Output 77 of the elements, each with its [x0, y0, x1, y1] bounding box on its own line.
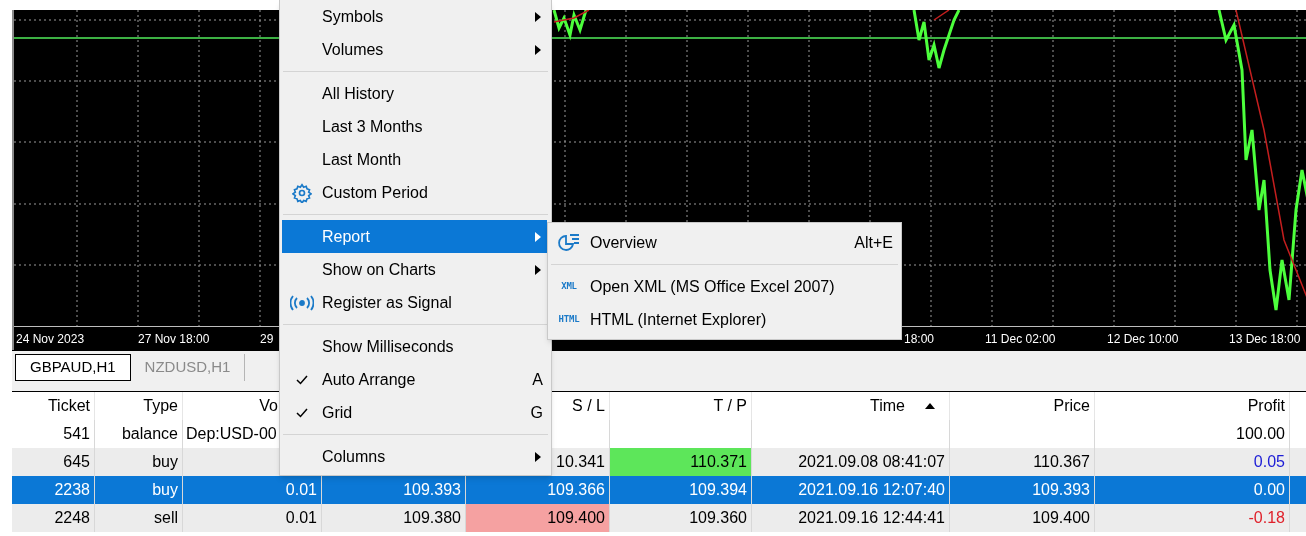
table-row[interactable]: 2238 buy 0.01 109.393 109.366 109.394 2021.09.16 12:07:40 109.393 0.00: [12, 476, 1306, 504]
table-cell-text: 10.341: [556, 452, 605, 472]
table-cell-text: 110.367: [1033, 452, 1090, 472]
checkmark-icon: [296, 407, 308, 418]
axis-label: 24 Nov 2023: [16, 332, 85, 346]
table-cell-text: 109.360: [689, 508, 747, 528]
gear-icon: [292, 182, 312, 203]
table-cell-text: buy: [152, 480, 178, 500]
table-cell-text: 0.05: [1253, 452, 1285, 472]
chart-tab[interactable]: GBPAUD,H1: [15, 354, 131, 381]
broadcast-icon: [290, 294, 314, 311]
submenu-arrow-icon: [535, 44, 541, 55]
table-row[interactable]: 2248 sell 0.01 109.380 109.400 109.360 2021.09.16 12:44:41 109.400 -0.18: [12, 504, 1306, 532]
table-cell-text: 109.380: [403, 508, 461, 528]
column-header[interactable]: Type: [143, 394, 178, 418]
table-cell-text: 0.00: [1253, 480, 1285, 500]
table-cell-text: 109.394: [689, 480, 747, 500]
table-cell-text: 0.01: [285, 508, 317, 528]
file-type-icon: XML: [561, 279, 577, 294]
pie-chart-icon: [557, 232, 581, 253]
column-header[interactable]: Price: [1053, 394, 1090, 418]
menu-item[interactable]: Show on Charts: [282, 253, 547, 286]
axis-label: 27 Nov 18:00: [138, 332, 210, 346]
table-cell-text: 109.400: [547, 508, 605, 528]
file-type-icon: HTML: [558, 312, 580, 327]
submenu-arrow-icon: [535, 264, 541, 275]
column-header[interactable]: T / P: [713, 394, 747, 418]
table-cell-text: 100.00: [1236, 424, 1285, 444]
axis-label: 18:00: [904, 332, 935, 346]
axis-label: 11 Dec 02:00: [985, 332, 1056, 346]
table-cell-text: balance: [121, 424, 178, 444]
submenu-arrow-icon: [535, 231, 541, 242]
table-cell-text: buy: [152, 452, 178, 472]
column-header[interactable]: Ticket: [47, 394, 90, 418]
table-cell-text: 645: [63, 452, 90, 472]
table-cell-text: sell: [154, 508, 178, 528]
axis-label: 12 Dec 10:00: [1107, 332, 1179, 346]
table-cell-text: -0.18: [1248, 508, 1285, 528]
shortcut-label: G: [530, 402, 543, 423]
menu-item[interactable]: Last 3 Months: [282, 110, 547, 143]
column-header[interactable]: Vo: [259, 394, 278, 418]
menu-item[interactable]: XML Open XML (MS Office Excel 2007): [548, 270, 901, 303]
table-cell-text: Dep:USD-00: [186, 424, 277, 444]
table-cell-text: 2021.09.08 08:41:07: [798, 452, 945, 472]
column-header[interactable]: S / L: [572, 394, 605, 418]
table-cell-text: 2021.09.16 12:07:40: [798, 480, 945, 500]
submenu-arrow-icon: [535, 11, 541, 22]
shortcut-label: A: [532, 369, 543, 390]
table-cell-text: 109.400: [1032, 508, 1090, 528]
submenu-arrow-icon: [535, 451, 541, 462]
table-cell-text: 2238: [54, 480, 90, 500]
axis-label: 29: [260, 332, 274, 346]
column-header[interactable]: Time: [870, 394, 905, 418]
menu-item[interactable]: HTML HTML (Internet Explorer): [548, 303, 901, 336]
table-cell-text: 2021.09.16 12:44:41: [798, 508, 945, 528]
menu-item[interactable]: Overview Alt+E: [548, 226, 901, 259]
sort-arrow-icon[interactable]: [925, 403, 935, 409]
menu-item[interactable]: All History: [282, 77, 547, 110]
axis-label: 13 Dec 18:00: [1229, 332, 1301, 346]
table-cell-text: 541: [63, 424, 90, 444]
menu-item[interactable]: Report: [282, 220, 547, 253]
menu-item[interactable]: Last Month: [282, 143, 547, 176]
table-cell-text: 2248: [54, 508, 90, 528]
column-header[interactable]: Profit: [1247, 394, 1285, 418]
menu-item[interactable]: Symbols: [282, 0, 547, 33]
menu-item[interactable]: Auto Arrange A: [282, 363, 547, 396]
table-cell-text: 109.366: [547, 480, 605, 500]
checkmark-icon: [296, 374, 308, 385]
shortcut-label: Alt+E: [854, 232, 893, 253]
table-cell-text: 109.393: [1032, 480, 1090, 500]
menu-item[interactable]: Show Milliseconds: [282, 330, 547, 363]
table-cell-text: 109.393: [403, 480, 461, 500]
menu-item[interactable]: Custom Period: [282, 176, 547, 209]
menu-item[interactable]: Volumes: [282, 33, 547, 66]
table-cell-text: 0.01: [285, 480, 317, 500]
menu-item[interactable]: Register as Signal: [282, 286, 547, 319]
table-cell-text: 110.371: [690, 452, 747, 472]
